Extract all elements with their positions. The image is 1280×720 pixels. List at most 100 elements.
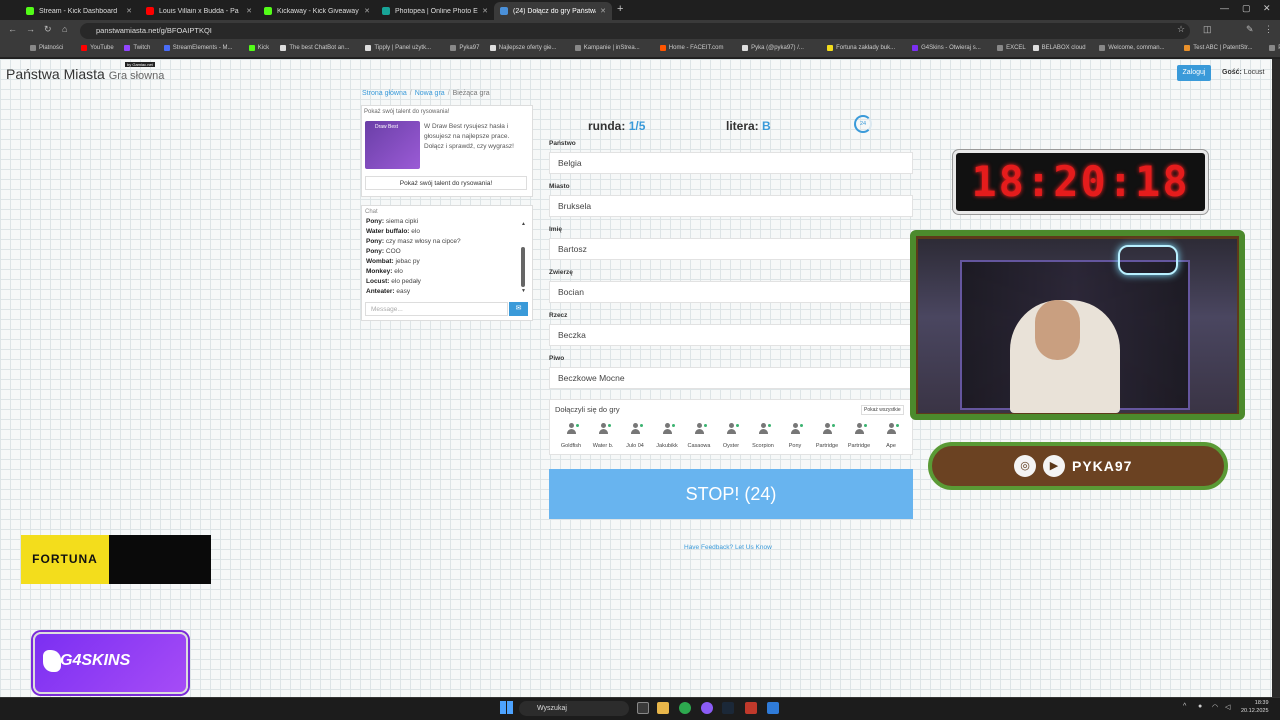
site-brand[interactable]: Państwa Miasta Gra słowna: [6, 66, 164, 82]
chrome-icon[interactable]: [679, 702, 691, 714]
bookmark-item[interactable]: YouTube: [81, 45, 114, 51]
brand-badge: by Gamiac.net: [125, 62, 155, 67]
bookmark-item[interactable]: The best ChatBot an...: [280, 45, 349, 51]
breadcrumb-current: Bieżąca gra: [452, 90, 490, 97]
chat-message: Wombat: jebac py: [366, 258, 420, 265]
show-all-button[interactable]: Pokaż wszystkie: [861, 405, 904, 415]
bookmark-item[interactable]: Home - FACEIT.com: [659, 45, 723, 51]
new-tab-button[interactable]: +: [617, 3, 623, 15]
bookmark-item[interactable]: Pyka97: [450, 45, 479, 51]
field-label-country: Państwo: [549, 140, 576, 147]
player-item: Goldfish: [555, 423, 587, 449]
breadcrumb-new-game[interactable]: Nowa gra: [415, 90, 445, 97]
online-status-dot: [800, 424, 803, 427]
chat-scroll-up-icon[interactable]: ▲: [521, 221, 526, 227]
browser-tab[interactable]: Louis Villain x Budda - Pa ✕: [140, 2, 258, 20]
maximize-icon[interactable]: ▢: [1242, 3, 1251, 14]
bookmark-item[interactable]: G4Skins - Otwieraj s...: [912, 45, 981, 51]
file-explorer-icon[interactable]: [657, 702, 669, 714]
extensions-icon[interactable]: ◫: [1203, 24, 1212, 35]
browser-tab[interactable]: Photopea | Online Photo Editor✕: [376, 2, 494, 20]
promo-button[interactable]: Pokaż swój talent do rysowania!: [365, 176, 527, 190]
taskbar-search[interactable]: Wyszukaj: [519, 701, 629, 716]
user-avatar-icon: [886, 423, 896, 434]
tray-chevron-icon[interactable]: ^: [1183, 703, 1186, 710]
notepad-icon[interactable]: [767, 702, 779, 714]
minimize-icon[interactable]: —: [1220, 3, 1229, 13]
bookmark-item[interactable]: Twitch: [124, 45, 150, 51]
field-animal-input[interactable]: Bocian: [549, 281, 913, 303]
player-item: Jakubikk: [651, 423, 683, 449]
bookmark-item[interactable]: Płatności: [30, 45, 63, 51]
breadcrumb-home[interactable]: Strona główna: [362, 90, 407, 97]
chat-scroll-down-icon[interactable]: ▼: [521, 288, 526, 294]
bookmark-item[interactable]: Najlepsze oferty gie...: [489, 45, 557, 51]
online-status-dot: [608, 424, 611, 427]
bookmark-item[interactable]: Fortuna zakłady buk...: [827, 45, 895, 51]
bookmark-item[interactable]: Tipply | Panel użytk...: [365, 45, 431, 51]
bookmark-icon: [248, 45, 255, 51]
field-thing-input[interactable]: Beczka: [549, 324, 913, 346]
bookmark-item[interactable]: Pyka (@pyka97) /...: [742, 45, 804, 51]
field-label-city: Miasto: [549, 183, 570, 190]
extension-icon[interactable]: ✎: [1246, 24, 1254, 35]
network-icon[interactable]: ◠: [1212, 703, 1218, 711]
field-beer-input[interactable]: Beczkowe Mocne: [549, 367, 913, 389]
bookmark-item[interactable]: POE2: [1269, 45, 1280, 51]
browser-tab-active[interactable]: (24) Dołącz do gry Państwa M✕: [494, 2, 612, 20]
bookmark-item[interactable]: Kick: [248, 45, 269, 51]
youtube-icon: ▶: [1043, 455, 1065, 477]
close-window-icon[interactable]: ✕: [1263, 3, 1271, 14]
app-icon[interactable]: [701, 702, 713, 714]
home-icon[interactable]: ⌂: [62, 24, 67, 34]
volume-icon[interactable]: ◁: [1225, 703, 1230, 711]
chat-send-button[interactable]: ✉: [509, 302, 528, 316]
app-icon[interactable]: [745, 702, 757, 714]
menu-icon[interactable]: ⋮: [1264, 24, 1273, 35]
bookmark-item[interactable]: Kampanie | inStrea...: [574, 45, 640, 51]
tray-icon[interactable]: ●: [1198, 703, 1202, 710]
field-country-input[interactable]: Belgia: [549, 152, 913, 174]
page-scrollbar[interactable]: [1272, 59, 1280, 697]
close-icon[interactable]: ✕: [482, 7, 488, 15]
login-button[interactable]: Zaloguj: [1177, 65, 1211, 81]
browser-tab[interactable]: Stream - Kick Dashboard ✕: [20, 2, 138, 20]
bookmark-item[interactable]: Test ABC | PatentStr...: [1184, 45, 1253, 51]
bookmark-item[interactable]: BELABOX cloud: [1032, 45, 1086, 51]
feedback-link[interactable]: Have Feedback? Let Us Know: [684, 544, 772, 551]
site-icon: [500, 7, 508, 15]
field-name-input[interactable]: Bartosz: [549, 238, 913, 260]
player-item: Casaowa: [683, 423, 715, 449]
chat-scrollbar[interactable]: [521, 247, 525, 287]
user-avatar-icon: [726, 423, 736, 434]
close-icon[interactable]: ✕: [364, 7, 370, 15]
url-input[interactable]: panstwamiasta.net/g/BFOAIPTKQI: [80, 23, 1190, 39]
bookmark-star-icon[interactable]: ☆: [1177, 24, 1185, 35]
steam-icon[interactable]: [722, 702, 734, 714]
chat-message: Monkey: elo: [366, 268, 403, 275]
close-icon[interactable]: ✕: [126, 7, 132, 15]
taskbar-clock[interactable]: 18:39 20.12.2025: [1241, 699, 1269, 715]
bookmark-item[interactable]: Welcome, comman...: [1099, 45, 1165, 51]
windows-start-icon[interactable]: [500, 701, 513, 714]
user-avatar-icon: [630, 423, 640, 434]
draw-best-image[interactable]: Draw Best: [365, 121, 420, 169]
field-city-input[interactable]: Bruksela: [549, 195, 913, 217]
browser-tab[interactable]: Kickaway - Kick Giveaway Tool✕: [258, 2, 376, 20]
bookmark-item[interactable]: EXCEL: [997, 45, 1026, 51]
task-view-icon[interactable]: [637, 702, 649, 714]
back-icon[interactable]: ←: [8, 24, 17, 34]
online-status-dot: [640, 424, 643, 427]
kick-icon: [264, 7, 272, 15]
chat-message: Pony: siema cipki: [366, 218, 419, 225]
close-icon[interactable]: ✕: [600, 7, 606, 15]
bookmark-item[interactable]: StreamElements - M...: [163, 45, 232, 51]
chat-message-input[interactable]: Message...: [365, 302, 508, 316]
player-item: Scorpion: [747, 423, 779, 449]
user-avatar-icon: [758, 423, 768, 434]
close-icon[interactable]: ✕: [246, 7, 252, 15]
reload-icon[interactable]: ↻: [44, 24, 52, 35]
bookmark-icon: [659, 45, 666, 51]
forward-icon[interactable]: →: [26, 24, 35, 34]
stop-button[interactable]: STOP! (24): [549, 469, 913, 519]
